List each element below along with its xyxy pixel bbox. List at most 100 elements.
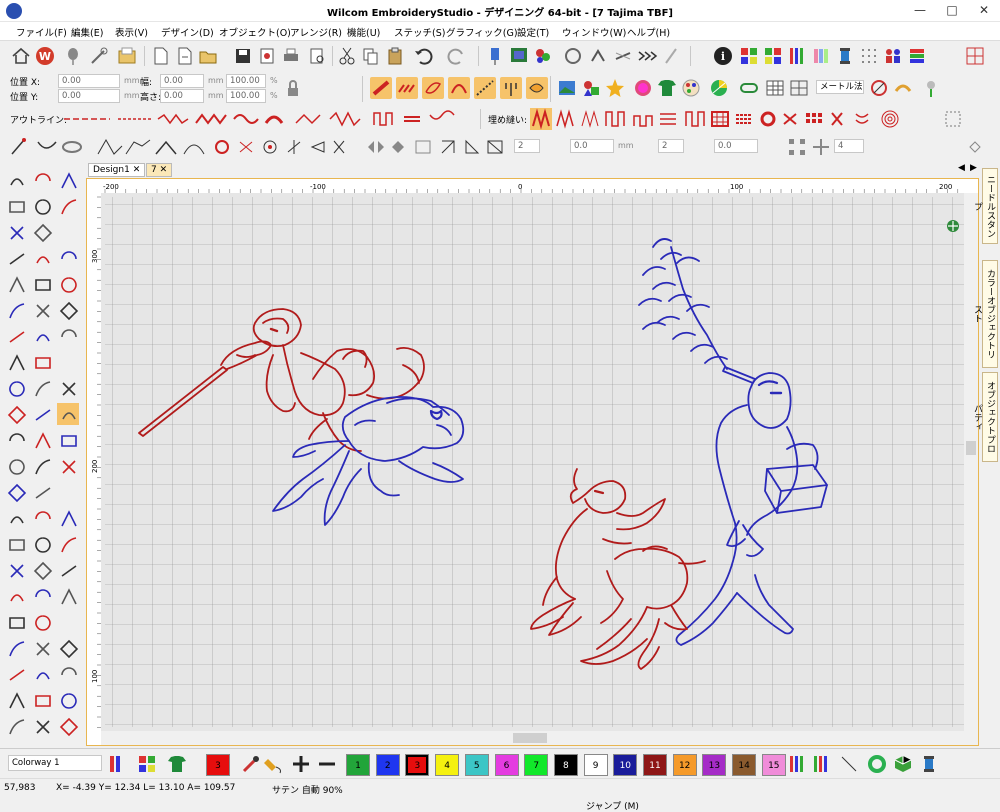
new-template-icon[interactable] <box>174 45 196 67</box>
toolbox-tool-11-1[interactable] <box>35 459 51 475</box>
copy-icon[interactable] <box>360 45 382 67</box>
array-icon[interactable] <box>786 136 808 158</box>
table-icon[interactable] <box>764 77 786 99</box>
home-icon[interactable] <box>10 45 32 67</box>
toolbox-tool-18-0[interactable] <box>9 641 25 657</box>
vertical-scroll-thumb[interactable] <box>966 441 976 455</box>
toolbox-tool-1-0[interactable] <box>9 201 25 213</box>
star-icon[interactable] <box>604 77 626 99</box>
export-icon[interactable] <box>256 45 278 67</box>
toolbox-tool-8-0[interactable] <box>9 381 25 397</box>
toolbox-tool-14-2[interactable] <box>61 537 77 553</box>
minimize-button[interactable]: — <box>904 0 936 22</box>
maximize-button[interactable]: □ <box>936 0 968 22</box>
toolbox-tool-4-1[interactable] <box>35 279 51 291</box>
toolbox-tool-10-0[interactable] <box>9 433 25 442</box>
toolbox-tool-18-2[interactable] <box>59 639 79 659</box>
menu-window[interactable]: ウィンドウ(W) <box>562 25 626 39</box>
add-color-icon[interactable] <box>290 753 312 775</box>
color-grid-icon[interactable] <box>738 45 760 67</box>
toolbox-tool-0-1[interactable] <box>35 173 51 182</box>
toolbox-tool-19-0[interactable] <box>9 669 25 681</box>
fish-stitch-icon[interactable] <box>526 77 548 99</box>
toolbox-tool-15-1[interactable] <box>33 561 53 581</box>
transform-icon[interactable] <box>892 77 914 99</box>
shapes-icon[interactable] <box>580 77 602 99</box>
color-ring-icon[interactable] <box>866 753 888 775</box>
toolbox-tool-4-0[interactable] <box>9 276 25 293</box>
menu-graphics[interactable]: グラフィック(G) <box>446 25 518 39</box>
position-x-input[interactable]: 0.00 <box>58 74 120 88</box>
toolbox-tool-2-1[interactable] <box>33 223 53 243</box>
rainbow-icon[interactable] <box>632 77 654 99</box>
menu-edit[interactable]: 編集(E) <box>71 25 103 39</box>
toolbox-tool-8-2[interactable] <box>62 382 76 396</box>
toolbox-tool-3-1[interactable] <box>36 256 50 264</box>
menu-view[interactable]: 表示(V) <box>115 25 148 39</box>
toolbox-tool-21-0[interactable] <box>9 719 25 735</box>
menu-design[interactable]: デザイン(D) <box>161 25 214 39</box>
toolbar-overflow-icon[interactable] <box>964 136 986 158</box>
folder-stack-icon[interactable] <box>116 45 138 67</box>
toolbox-tool-20-2[interactable] <box>61 693 77 709</box>
hoop-icon[interactable] <box>562 45 584 67</box>
toolbox-tool-9-2[interactable] <box>57 403 79 425</box>
count-stepper-3[interactable]: 4 <box>834 139 864 153</box>
fill-dropdown-icon[interactable] <box>942 108 964 130</box>
leaf-stitch-icon[interactable] <box>422 77 444 99</box>
toolbox-tool-19-1[interactable] <box>36 672 50 680</box>
wilcom-logo-icon[interactable]: W <box>34 45 56 67</box>
spacing-stepper-2[interactable]: 0.0 <box>714 139 758 153</box>
toolbox-tool-6-0[interactable] <box>9 331 25 343</box>
toolbox-tool-14-1[interactable] <box>35 537 51 553</box>
grid-table-icon[interactable] <box>788 77 810 99</box>
tab-design1[interactable]: Design1 ✕ <box>88 163 146 177</box>
balloon-icon[interactable] <box>62 45 84 67</box>
menu-object[interactable]: オブジェクト(O) <box>219 25 291 39</box>
menu-stitch[interactable]: ステッチ(S) <box>394 25 445 39</box>
color-film-icon[interactable] <box>532 45 554 67</box>
toolbox-tool-12-1[interactable] <box>35 487 51 499</box>
palette-swatch-3[interactable]: 3 <box>405 754 430 776</box>
trim-icon[interactable] <box>612 45 634 67</box>
tab-7[interactable]: 7 ✕ <box>146 163 173 177</box>
save-icon[interactable] <box>232 45 254 67</box>
toolbox-tool-16-0[interactable] <box>10 594 24 602</box>
toolbox-tool-17-1[interactable] <box>35 615 51 631</box>
thread-icon[interactable] <box>660 45 682 67</box>
menu-settings[interactable]: 設定(T) <box>517 25 549 39</box>
cube-icon[interactable] <box>892 753 914 775</box>
thread-chart-2-icon[interactable] <box>810 753 832 775</box>
run-stitch-icon[interactable] <box>474 77 496 99</box>
toolbox-tool-3-0[interactable] <box>9 253 25 265</box>
palette-icon[interactable] <box>680 77 702 99</box>
palette-swatch-12[interactable]: 12 <box>672 754 697 776</box>
toolbox-tool-2-0[interactable] <box>10 226 24 240</box>
info-icon[interactable]: i <box>712 45 734 67</box>
edit-tool-group[interactable] <box>8 136 358 158</box>
palette-swatch-10[interactable]: 10 <box>613 754 638 776</box>
toolbox-tool-20-1[interactable] <box>35 695 51 707</box>
curve-stitch-icon[interactable] <box>448 77 470 99</box>
palette-swatch-4[interactable]: 4 <box>435 754 460 776</box>
dotted-grid-icon[interactable] <box>858 45 880 67</box>
tools-icon[interactable] <box>88 45 110 67</box>
align-tool-group[interactable] <box>364 136 514 158</box>
toolbox-tool-8-1[interactable] <box>35 381 51 397</box>
toolbox-tool-7-0[interactable] <box>9 354 25 371</box>
print-preview-icon[interactable] <box>306 45 328 67</box>
cut-icon[interactable] <box>336 45 358 67</box>
height-percent-input[interactable]: 100.00 <box>226 89 266 103</box>
measure-icon[interactable] <box>868 77 890 99</box>
menu-help[interactable]: ヘルプ(H) <box>627 25 670 39</box>
palette-swatch-13[interactable]: 13 <box>702 754 727 776</box>
toolbox-tool-19-2[interactable] <box>61 667 77 676</box>
people-icon[interactable] <box>882 45 904 67</box>
thread-chart-icon[interactable] <box>786 45 808 67</box>
canvas-svg[interactable]: -200 -100 0 100 200 300 200 100 <box>87 179 978 745</box>
picture-icon[interactable] <box>556 77 578 99</box>
current-color-swatch[interactable]: 3 <box>206 754 230 776</box>
colorway-bars-icon[interactable] <box>106 753 128 775</box>
width-input[interactable]: 0.00 <box>160 74 204 88</box>
toolbox-tool-16-1[interactable] <box>35 589 51 598</box>
